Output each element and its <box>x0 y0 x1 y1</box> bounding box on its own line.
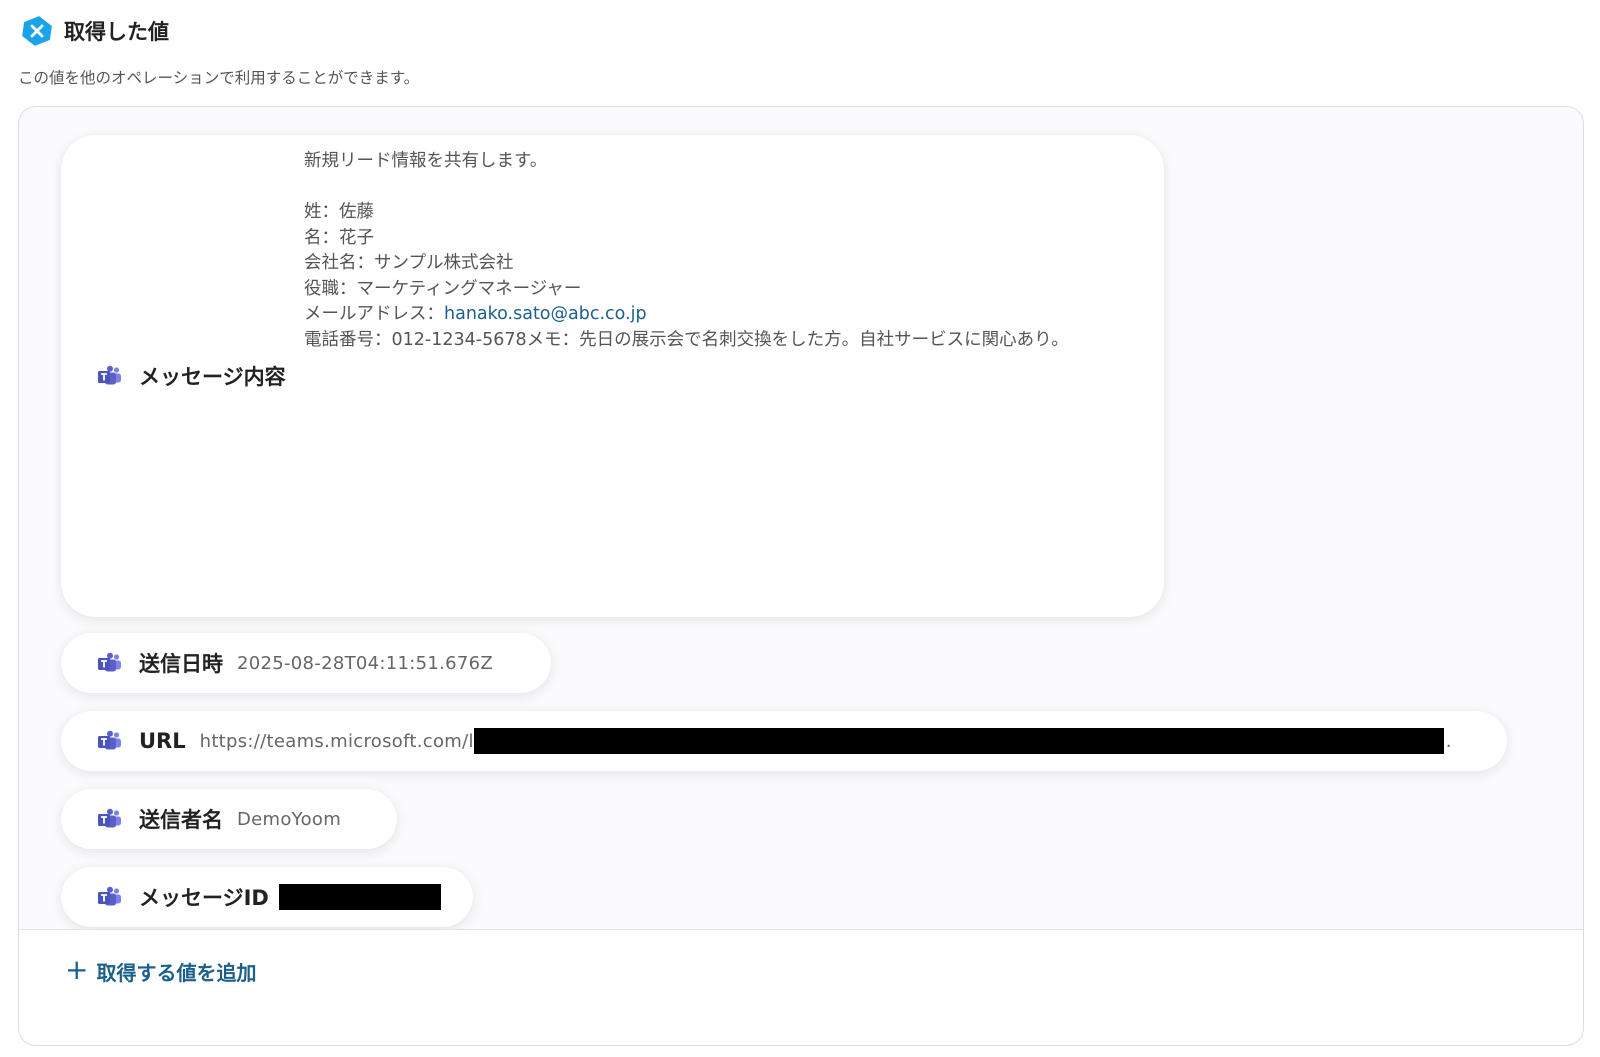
message-content-value: 新規リード情報を共有します。 姓：佐藤 名：花子 会社名：サンプル株式会社 役職… <box>304 151 1069 350</box>
yoom-logo-icon <box>20 14 54 48</box>
message-id-label: メッセージID <box>139 886 269 910</box>
teams-icon <box>97 808 123 830</box>
page-title: 取得した値 <box>64 20 169 44</box>
page-subtitle: この値を他のオペレーションで利用することができます。 <box>18 69 420 87</box>
acquired-values-panel: 新規リード情報を共有します。 姓：佐藤 名：花子 会社名：サンプル株式会社 役職… <box>18 106 1584 1046</box>
value-card-sent-datetime[interactable]: 送信日時 2025-08-28T04:11:51.676Z <box>61 633 551 693</box>
message-content-label: メッセージ内容 <box>139 365 286 389</box>
value-card-message-id[interactable]: メッセージID <box>61 867 473 927</box>
url-redacted-block <box>473 728 1444 754</box>
add-value-button-label: 取得する値を追加 <box>96 961 257 985</box>
add-value-button[interactable]: + 取得する値を追加 <box>65 953 257 986</box>
panel-divider <box>19 929 1583 930</box>
url-value: https://teams.microsoft.com/l <box>199 730 474 752</box>
sent-datetime-label: 送信日時 <box>139 652 223 676</box>
message-id-redacted-block <box>278 884 441 910</box>
teams-icon <box>97 652 123 674</box>
teams-icon <box>97 365 123 387</box>
teams-icon <box>97 886 123 908</box>
page-header: 取得した値 <box>20 14 169 48</box>
url-label: URL <box>139 729 186 753</box>
sender-name-label: 送信者名 <box>139 808 223 832</box>
sender-name-value: DemoYoom <box>237 808 342 830</box>
plus-icon: + <box>65 953 89 986</box>
value-card-message-content[interactable]: 新規リード情報を共有します。 姓：佐藤 名：花子 会社名：サンプル株式会社 役職… <box>61 135 1164 617</box>
teams-icon <box>97 730 123 752</box>
sent-datetime-value: 2025-08-28T04:11:51.676Z <box>237 652 494 674</box>
value-card-url[interactable]: URL https://teams.microsoft.com/l . <box>61 711 1507 771</box>
values-list: 新規リード情報を共有します。 姓：佐藤 名：花子 会社名：サンプル株式会社 役職… <box>19 107 1583 929</box>
message-content-label-row: メッセージ内容 <box>97 361 286 391</box>
url-value-suffix: . <box>1445 730 1452 752</box>
value-card-sender-name[interactable]: 送信者名 DemoYoom <box>61 789 397 849</box>
email-link[interactable]: hanako.sato@abc.co.jp <box>444 304 647 324</box>
